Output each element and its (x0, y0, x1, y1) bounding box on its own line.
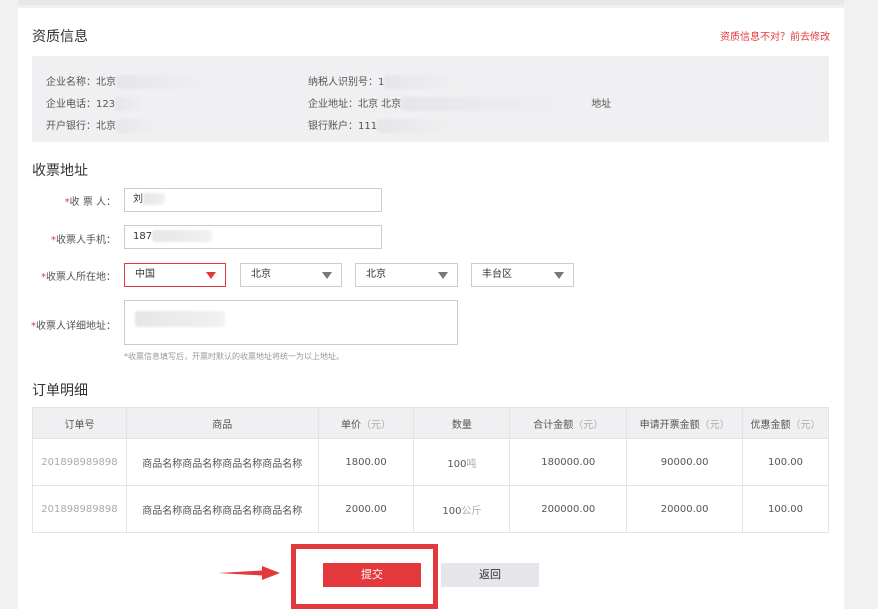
invoice-amount-cell: 90000.00 (626, 438, 744, 486)
region-label: *收票人所在地： (41, 272, 116, 283)
receiver-label: *收 票 人： (64, 197, 116, 208)
total-cell: 200000.00 (509, 485, 628, 533)
col-unit-price: 单价（元） (317, 407, 415, 439)
discount-cell: 100.00 (742, 438, 829, 486)
bank-account-text: 银行账户：111 (308, 121, 378, 132)
table-header-row: 订单号 商品 单价（元） 数量 合计金额（元） 申请开票金额（元） 优惠金额（元… (32, 407, 829, 439)
address-hint: *收票信息填写后，开票时默认的收票地址将统一为以上地址。 (124, 352, 344, 361)
redacted-block (377, 119, 462, 133)
bank-row: 开户银行：北京 (46, 117, 162, 133)
company-name-text: 企业名称：北京 (46, 77, 116, 88)
quantity-cell: 100公斤 (413, 485, 511, 533)
redacted-block (115, 97, 150, 111)
province-select[interactable]: 北京 (240, 263, 342, 287)
pointer-arrow-icon (218, 566, 280, 580)
total-cell: 180000.00 (509, 438, 628, 486)
company-address-tail: 地址 (591, 99, 612, 110)
invoice-amount-cell: 20000.00 (626, 485, 744, 533)
chevron-down-icon (438, 272, 448, 279)
redacted-block (401, 97, 592, 111)
order-no-cell: 201898989898 (32, 438, 127, 486)
col-total: 合计金额（元） (509, 407, 628, 439)
orders-table: 订单号 商品 单价（元） 数量 合计金额（元） 申请开票金额（元） 优惠金额（元… (32, 407, 829, 533)
product-cell: 商品名称商品名称商品名称商品名称 (125, 438, 319, 486)
quantity-cell: 100吨 (413, 438, 511, 486)
qualification-title: 资质信息 (32, 29, 88, 45)
phone-label: *收票人手机： (51, 235, 116, 246)
unit-price-cell: 2000.00 (317, 485, 415, 533)
chevron-down-icon (554, 272, 564, 279)
company-address-text: 企业地址：北京 北京 (308, 99, 402, 110)
redacted-block (116, 75, 216, 89)
phone-input[interactable]: 187 (124, 225, 382, 249)
orders-title: 订单明细 (32, 383, 88, 399)
col-product: 商品 (125, 407, 319, 439)
col-discount: 优惠金额（元） (742, 407, 829, 439)
detail-address-label: *收票人详细地址： (31, 321, 116, 332)
edit-qualification-link[interactable]: 资质信息不对？前去修改 (720, 28, 830, 43)
redacted-block (384, 75, 469, 89)
col-order-no: 订单号 (32, 407, 127, 439)
redacted-block (152, 230, 213, 242)
chevron-down-icon (322, 272, 332, 279)
product-cell: 商品名称商品名称商品名称商品名称 (125, 485, 319, 533)
submit-highlight-frame (291, 544, 438, 609)
discount-cell: 100.00 (742, 485, 829, 533)
order-no-cell: 201898989898 (32, 485, 127, 533)
invoice-panel: 资质信息 资质信息不对？前去修改 企业名称：北京 企业电话：123 开户银行：北… (18, 8, 844, 609)
tax-id-row: 纳税人识别号：1 (308, 73, 469, 89)
qualification-box: 企业名称：北京 企业电话：123 开户银行：北京 纳税人识别号：1 企业地址：北… (32, 56, 829, 142)
receiver-input[interactable]: 刘 (124, 188, 382, 212)
back-button[interactable]: 返回 (441, 563, 539, 587)
col-invoice-amount: 申请开票金额（元） (626, 407, 744, 439)
city-select[interactable]: 北京 (355, 263, 458, 287)
redacted-block (135, 311, 225, 327)
company-phone-text: 企业电话：123 (46, 99, 116, 110)
col-quantity: 数量 (413, 407, 511, 439)
redacted-block (143, 193, 165, 205)
table-row: 201898989898 商品名称商品名称商品名称商品名称 2000.00 10… (32, 485, 829, 533)
country-select[interactable]: 中国 (124, 263, 226, 287)
company-address-row: 企业地址：北京 北京 地址 (308, 95, 611, 111)
bank-account-row: 银行账户：111 (308, 117, 462, 133)
chevron-down-icon (206, 272, 216, 279)
company-phone-row: 企业电话：123 (46, 95, 150, 111)
address-title: 收票地址 (32, 163, 88, 179)
table-row: 201898989898 商品名称商品名称商品名称商品名称 1800.00 10… (32, 438, 829, 486)
company-name-row: 企业名称：北京 (46, 73, 216, 89)
redacted-block (116, 119, 162, 133)
bank-text: 开户银行：北京 (46, 121, 116, 132)
unit-price-cell: 1800.00 (317, 438, 415, 486)
top-divider (18, 0, 844, 5)
detail-address-textarea[interactable] (124, 300, 458, 345)
district-select[interactable]: 丰台区 (471, 263, 574, 287)
tax-id-text: 纳税人识别号：1 (308, 77, 385, 88)
